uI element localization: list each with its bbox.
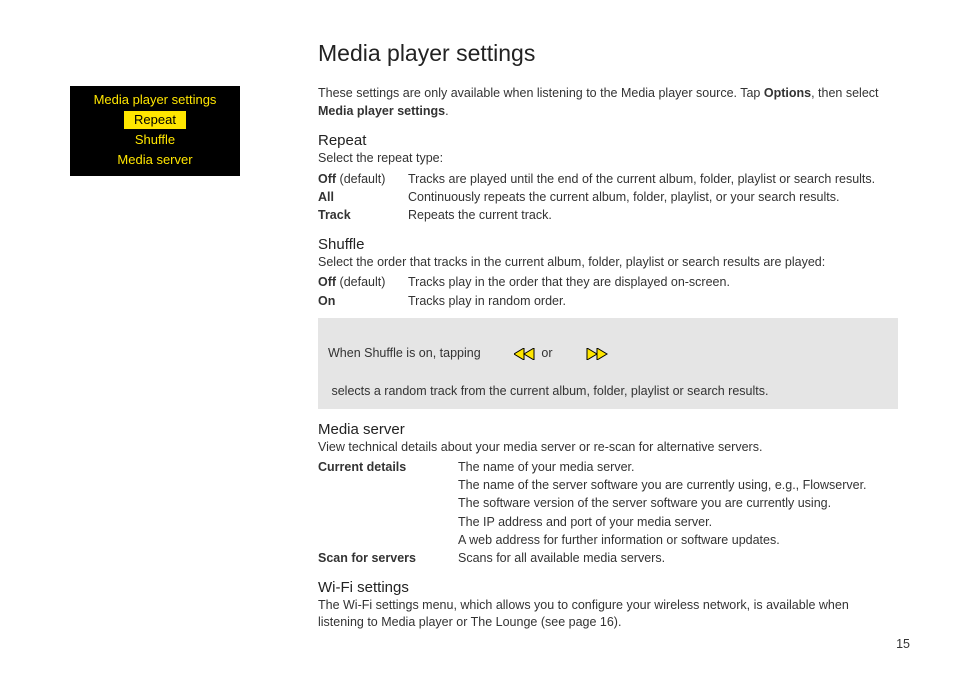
mediaserver-sub: View technical details about your media … xyxy=(318,439,898,457)
repeat-row-off: Off (default) Tracks are played until th… xyxy=(318,170,898,188)
menu-item-media-server[interactable]: Media server xyxy=(76,150,234,170)
sidebar: Media player settings Repeat Shuffle Med… xyxy=(40,40,270,176)
shuffle-note: When Shuffle is on, tapping or selects a… xyxy=(318,318,898,409)
content: Media player settings These settings are… xyxy=(318,40,898,632)
repeat-row-track: Track Repeats the current track. xyxy=(318,206,898,224)
shuffle-row-on: On Tracks play in random order. xyxy=(318,292,898,310)
mediaserver-heading: Media server xyxy=(318,421,898,438)
skip-back-icon xyxy=(486,326,536,382)
mediaserver-row-current: Current details The name of your media s… xyxy=(318,458,898,476)
skip-forward-icon xyxy=(558,326,608,382)
mediaserver-row-scan: Scan for servers Scans for all available… xyxy=(318,549,898,567)
menu-title: Media player settings xyxy=(76,90,234,110)
menu-box: Media player settings Repeat Shuffle Med… xyxy=(70,86,240,176)
repeat-heading: Repeat xyxy=(318,132,898,149)
shuffle-sub: Select the order that tracks in the curr… xyxy=(318,254,898,272)
page-title: Media player settings xyxy=(318,40,898,67)
menu-item-repeat[interactable]: Repeat xyxy=(124,111,186,129)
intro-text: These settings are only available when l… xyxy=(318,85,898,120)
shuffle-row-off: Off (default) Tracks play in the order t… xyxy=(318,273,898,291)
menu-item-shuffle[interactable]: Shuffle xyxy=(76,130,234,150)
repeat-row-all: All Continuously repeats the current alb… xyxy=(318,188,898,206)
wifi-body: The Wi-Fi settings menu, which allows yo… xyxy=(318,597,898,632)
page-number: 15 xyxy=(896,637,910,651)
repeat-sub: Select the repeat type: xyxy=(318,150,898,168)
wifi-heading: Wi-Fi settings xyxy=(318,579,898,596)
shuffle-heading: Shuffle xyxy=(318,236,898,253)
